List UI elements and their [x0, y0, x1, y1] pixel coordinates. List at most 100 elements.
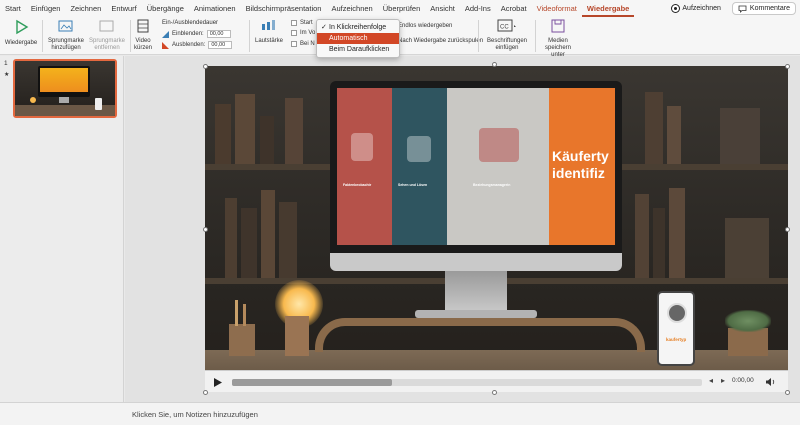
illustration-person [407, 136, 431, 162]
pencil [243, 304, 246, 326]
rewind-label: Nach Wiedergabe zurückspulen [398, 38, 484, 44]
volume-button[interactable]: Lautstärke [254, 19, 284, 45]
menu-animationen[interactable]: Animationen [189, 0, 241, 17]
notes-pane[interactable]: Klicken Sie, um Notizen hinzuzufügen [0, 402, 800, 425]
book [725, 218, 769, 278]
comments-button[interactable]: Kommentare [731, 2, 796, 15]
menu-bildschirmpraesentation[interactable]: Bildschirmpräsentation [241, 0, 327, 17]
book [669, 188, 685, 278]
volume-icon [262, 20, 275, 30]
start-option-automatic[interactable]: Automatisch [317, 33, 399, 44]
book [635, 194, 649, 278]
play-button[interactable]: Wiedergabe [3, 19, 39, 47]
menu-acrobat[interactable]: Acrobat [496, 0, 532, 17]
selection-handle[interactable] [785, 64, 790, 69]
fade-in-row: Einblenden: 00,00 [162, 30, 231, 38]
fullscreen-row[interactable]: Im Vo [291, 30, 315, 36]
screen-panel-grey: Beziehungsmanagerin [447, 88, 549, 245]
trim-video-button[interactable]: Video kürzen [132, 19, 154, 52]
bookmark-add-icon [58, 20, 73, 32]
ribbon-separator [478, 20, 479, 52]
menu-zeichnen[interactable]: Zeichnen [65, 0, 106, 17]
captions-label: Beschriftungen einfügen [486, 37, 528, 51]
trim-label: Video kürzen [133, 37, 152, 51]
book [261, 190, 275, 278]
book [720, 108, 760, 164]
book [235, 94, 255, 164]
thumbnail-stand [59, 97, 69, 103]
rotation-handle[interactable] [492, 62, 497, 67]
fade-out-spinner[interactable]: 00,00 [208, 41, 233, 49]
start-checkbox[interactable] [291, 20, 297, 26]
slide-canvas[interactable]: Faktenbeobachtr Sehen und Lösen Beziehun… [205, 66, 788, 392]
selection-handle[interactable] [203, 64, 208, 69]
record-label: Aufzeichnen [682, 5, 721, 12]
hide-row[interactable]: Bei N [291, 41, 315, 47]
book [653, 208, 665, 278]
menu-ansicht[interactable]: Ansicht [425, 0, 460, 17]
book [225, 198, 237, 278]
rewind-row[interactable]: Nach Wiedergabe zurückspulen [398, 38, 483, 44]
save-media-button[interactable]: Medien speichern unter [538, 19, 578, 59]
selection-handle[interactable] [203, 390, 208, 395]
comments-label: Kommentare [749, 5, 790, 12]
menu-wiedergabe[interactable]: Wiedergabe [581, 0, 635, 17]
fade-out-icon [162, 41, 169, 49]
volume-icon[interactable] [765, 377, 776, 387]
start-row[interactable]: Start [291, 20, 313, 26]
remove-bookmark-label: Sprungmarke entfernen [88, 37, 126, 51]
play-icon[interactable] [211, 376, 224, 389]
start-option-on-click[interactable]: Beim Daraufklicken [317, 44, 399, 55]
book [667, 106, 681, 164]
selection-handle[interactable] [785, 390, 790, 395]
ribbon-separator [42, 20, 43, 52]
fullscreen-checkbox[interactable] [291, 30, 297, 36]
menu-videoformat[interactable]: Videoformat [532, 0, 582, 17]
start-option-click-sequence[interactable]: ✓ In Klickreihenfolge [317, 22, 399, 33]
ribbon-separator [130, 20, 131, 52]
monitor: Faktenbeobachtr Sehen und Lösen Beziehun… [330, 81, 622, 271]
screen-panel-teal: Sehen und Lösen [392, 88, 447, 245]
menu-entwurf[interactable]: Entwurf [106, 0, 141, 17]
menu-bar: Start Einfügen Zeichnen Entwurf Übergäng… [0, 0, 800, 17]
fade-out-label: Ausblenden: [172, 42, 206, 48]
monitor-riser [315, 318, 645, 352]
captions-button[interactable]: CC Beschriftungen einfügen [483, 19, 531, 52]
forward-icon[interactable]: ▸ [721, 376, 725, 385]
thumbnail-phone [95, 98, 102, 110]
record-button[interactable]: Aufzeichnen [667, 2, 726, 15]
fade-in-spinner[interactable]: 00,00 [206, 30, 231, 38]
menu-start[interactable]: Start [0, 0, 26, 17]
remove-bookmark-button[interactable]: Sprungmarke entfernen [87, 19, 127, 52]
volume-label: Lautstärke [254, 37, 284, 44]
video-progress-bar[interactable] [232, 379, 702, 386]
phone-avatar [667, 303, 687, 323]
selection-handle[interactable] [492, 390, 497, 395]
fade-out-row: Ausblenden: 00,00 [162, 41, 233, 49]
screen-heading: Käuferty identifiz [552, 148, 609, 182]
menu-uebergaenge[interactable]: Übergänge [142, 0, 189, 17]
start-dropdown-menu: ✓ In Klickreihenfolge Automatisch Beim D… [316, 19, 400, 58]
add-bookmark-label: Sprungmarke hinzufügen [47, 37, 85, 51]
menu-einfuegen[interactable]: Einfügen [26, 0, 66, 17]
hide-checkbox[interactable] [291, 41, 297, 47]
selection-handle[interactable] [203, 227, 208, 232]
selection-handle[interactable] [785, 227, 790, 232]
slide-thumbnail[interactable] [13, 59, 117, 118]
menu-ueberpruefen[interactable]: Überprüfen [378, 0, 426, 17]
thumbnail-lamp [30, 97, 36, 103]
menu-aufzeichnen[interactable]: Aufzeichnen [326, 0, 377, 17]
menu-add-ins[interactable]: Add-Ins [460, 0, 496, 17]
monitor-screen: Faktenbeobachtr Sehen und Lösen Beziehun… [337, 88, 615, 245]
video-time: 0:00,00 [732, 377, 754, 384]
screen-heading-line1: Käuferty [552, 148, 609, 164]
add-bookmark-button[interactable]: Sprungmarke hinzufügen [46, 19, 86, 52]
start-option-click-sequence-label: In Klickreihenfolge [329, 24, 387, 31]
back-icon[interactable]: ◂ [709, 376, 713, 385]
start-label: Start [300, 20, 313, 26]
plant-leaves [725, 310, 771, 332]
book [285, 98, 303, 164]
slides-pane: 1 ★ [0, 56, 124, 402]
captions-icon: CC [497, 19, 516, 32]
loop-row[interactable]: Endlos wiedergeben [398, 23, 452, 29]
